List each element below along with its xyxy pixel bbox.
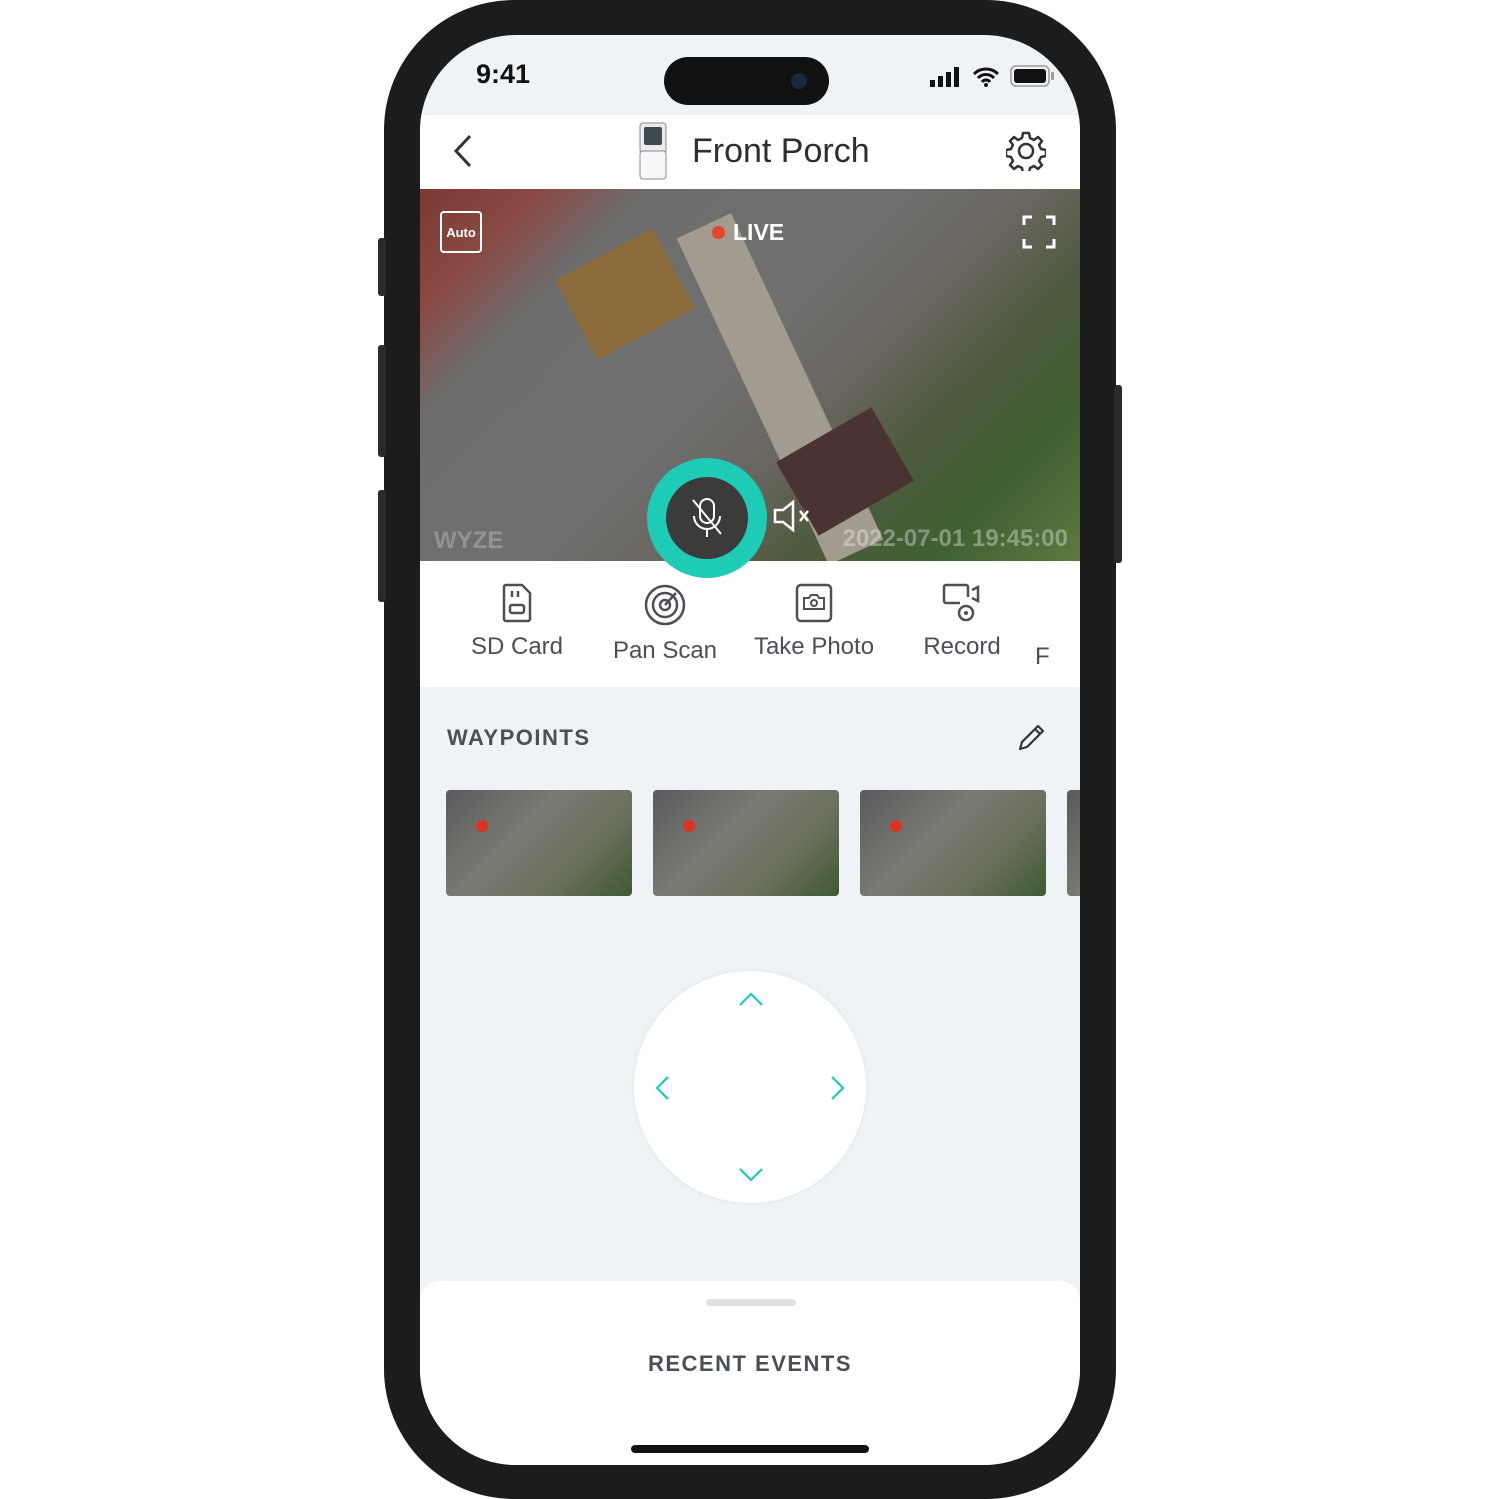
volume-up-button <box>378 345 386 457</box>
recent-events-title: RECENT EVENTS <box>647 1351 853 1376</box>
quality-auto-button[interactable]: Auto <box>440 211 482 253</box>
mic-mute-button[interactable] <box>647 458 767 578</box>
pan-tilt-dpad[interactable] <box>634 971 866 1203</box>
pan-down-button[interactable] <box>738 1167 764 1183</box>
camera-icon <box>795 583 833 623</box>
mute-switch <box>378 238 386 296</box>
watermark: WYZE <box>434 527 504 554</box>
app-screen: 9:41 Front Porch Auto LIVE WYZE 2022-07-… <box>420 35 1080 1465</box>
target-icon <box>644 584 686 626</box>
record-icon <box>942 583 980 622</box>
sd-card-label: SD Card <box>470 633 564 660</box>
record-button[interactable]: Record <box>887 583 1037 661</box>
waypoint-thumbnail[interactable] <box>653 790 839 896</box>
battery-icon <box>1010 65 1054 87</box>
fullscreen-icon[interactable] <box>1022 215 1056 249</box>
pan-left-button[interactable] <box>654 1075 670 1101</box>
status-icons <box>930 65 1054 87</box>
page-title: Front Porch <box>692 131 870 170</box>
wifi-icon <box>972 67 1000 87</box>
pan-right-button[interactable] <box>830 1075 846 1101</box>
signal-icon <box>930 67 959 87</box>
record-label: Record <box>923 633 1001 660</box>
title-group: Front Porch <box>636 121 870 181</box>
status-time: 9:41 <box>476 59 531 89</box>
camera-device-icon <box>639 122 667 180</box>
settings-gear-icon[interactable] <box>1006 131 1046 171</box>
live-label: LIVE <box>733 219 785 245</box>
pan-up-button[interactable] <box>738 991 764 1007</box>
waypoints-title: WAYPOINTS <box>447 725 591 750</box>
take-photo-label: Take Photo <box>753 633 875 660</box>
more-action-button[interactable]: F <box>1035 643 1080 671</box>
sd-card-icon <box>502 583 532 623</box>
pan-scan-label: Pan Scan <box>612 637 718 664</box>
waypoint-thumbnail[interactable] <box>1067 790 1080 896</box>
home-indicator[interactable] <box>631 1445 869 1453</box>
waypoint-thumbnail[interactable] <box>446 790 632 896</box>
power-button <box>1114 385 1122 563</box>
sheet-drag-handle[interactable] <box>706 1299 796 1306</box>
sd-card-button[interactable]: SD Card <box>442 583 592 661</box>
edit-pencil-icon[interactable] <box>1016 721 1048 753</box>
back-button[interactable] <box>450 133 474 169</box>
mic-off-icon <box>692 498 722 537</box>
pan-scan-button[interactable]: Pan Scan <box>590 583 740 665</box>
dynamic-island <box>664 57 829 105</box>
take-photo-button[interactable]: Take Photo <box>739 583 889 661</box>
header: Front Porch <box>420 115 1080 190</box>
recent-events-sheet[interactable]: RECENT EVENTS <box>420 1281 1080 1465</box>
live-dot-icon <box>712 226 725 239</box>
live-indicator: LIVE <box>712 219 784 246</box>
video-timestamp: 2022-07-01 19:45:00 <box>842 525 1068 552</box>
volume-down-button <box>378 490 386 602</box>
waypoint-thumbnail[interactable] <box>860 790 1046 896</box>
more-action-label: F <box>1035 643 1050 670</box>
action-bar: SD Card Pan Scan Take Photo Record F <box>420 561 1080 687</box>
speaker-muted-icon[interactable] <box>772 499 814 533</box>
